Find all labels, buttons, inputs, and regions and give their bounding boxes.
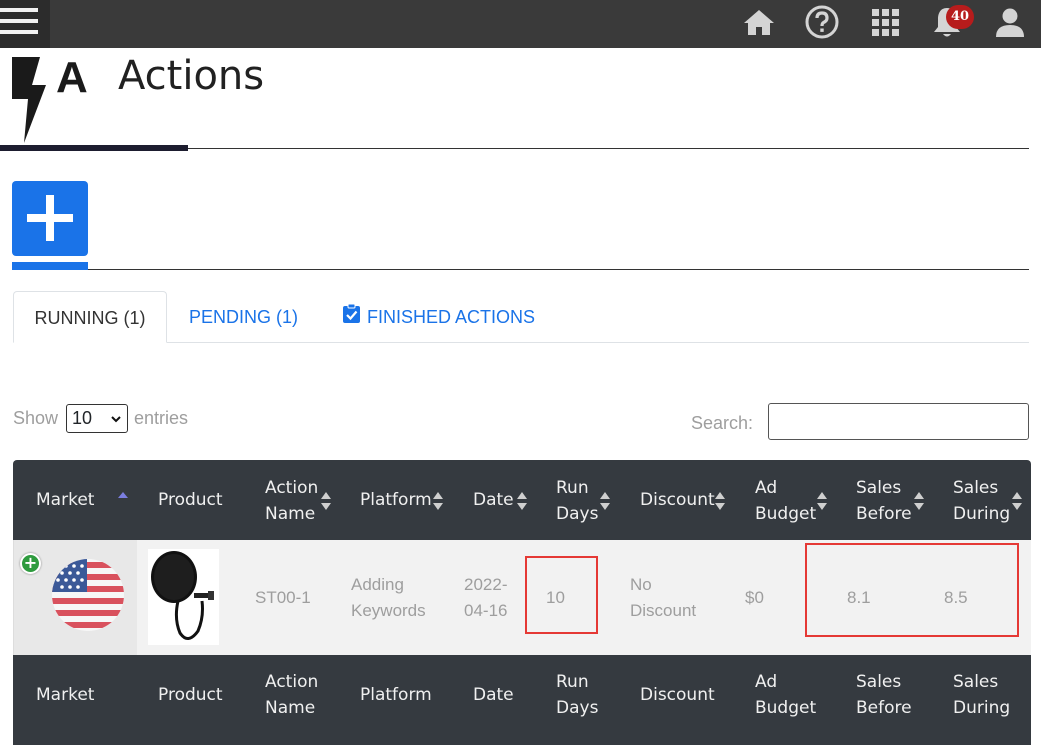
sort-icon — [433, 492, 443, 510]
sort-icon — [600, 492, 610, 510]
footer-platform: Platform — [360, 685, 432, 705]
us-flag-icon — [52, 559, 124, 631]
svg-text:A: A — [56, 55, 88, 102]
footer-action-name: Action Name — [265, 672, 319, 718]
column-header-action-name[interactable]: Action Name — [265, 475, 318, 527]
cell-ad-budget: $0 — [745, 588, 764, 607]
column-header-discount[interactable]: Discount — [640, 487, 715, 513]
footer-sales-before: Sales Before — [856, 672, 912, 718]
entries-selected-value: 10 — [72, 408, 93, 428]
user-icon[interactable] — [992, 4, 1028, 40]
search-label: Search: — [691, 413, 754, 433]
tab-finished-actions[interactable]: FINISHED ACTIONS — [342, 291, 535, 343]
page-title: Actions — [118, 53, 265, 99]
sort-icon — [517, 492, 527, 510]
footer-product: Product — [158, 685, 223, 705]
top-navigation-bar: 40 — [0, 0, 1041, 48]
tab-pending[interactable]: PENDING (1) — [189, 291, 298, 343]
product-image[interactable] — [148, 549, 219, 645]
entries-per-page-select[interactable]: 10 — [66, 404, 128, 433]
search-input[interactable] — [768, 403, 1029, 440]
cell-discount: No Discount — [630, 575, 697, 620]
header-divider — [188, 148, 1029, 149]
column-header-product[interactable]: Product — [158, 487, 223, 513]
column-header-sales-during[interactable]: Sales During — [953, 475, 1010, 527]
cell-date: 2022- 04-16 — [464, 575, 508, 620]
show-label: Show — [13, 408, 59, 428]
sort-icon — [321, 492, 331, 510]
section-divider — [88, 269, 1029, 270]
tab-running[interactable]: RUNNING (1) — [13, 291, 167, 343]
footer-run-days: Run Days — [556, 672, 599, 718]
footer-date: Date — [473, 685, 514, 705]
add-button-underline — [12, 262, 88, 270]
column-header-sales-before[interactable]: Sales Before — [856, 475, 912, 527]
entries-label: entries — [134, 408, 189, 428]
header-divider-accent — [0, 145, 188, 151]
notification-count-badge: 40 — [946, 5, 974, 29]
cell-action-name: ST00-1 — [255, 588, 311, 607]
footer-sales-during: Sales During — [953, 672, 1011, 718]
column-header-run-days[interactable]: Run Days — [556, 475, 598, 527]
sales-highlight — [805, 543, 1019, 637]
column-header-platform[interactable]: Platform — [360, 487, 432, 513]
footer-discount: Discount — [640, 685, 715, 705]
add-action-button[interactable] — [12, 181, 88, 256]
chevron-down-icon — [111, 416, 121, 423]
sort-icon — [914, 492, 924, 510]
logo: A — [10, 53, 95, 145]
footer-ad-budget: Ad Budget — [755, 672, 817, 718]
apps-grid-icon[interactable] — [867, 4, 903, 40]
clipboard-check-icon — [343, 304, 360, 323]
column-header-market[interactable]: Market — [36, 487, 94, 513]
table-footer: Market Product Action Name Platform Date … — [13, 655, 1031, 745]
sort-icon — [1012, 492, 1022, 510]
table-header: Market Product Action Name Platform Date … — [13, 460, 1031, 540]
cell-platform: Adding Keywords — [351, 575, 426, 620]
footer-market: Market — [36, 685, 95, 705]
run-days-highlight — [525, 556, 598, 634]
home-icon[interactable] — [741, 4, 777, 40]
menu-icon[interactable] — [0, 0, 50, 48]
sort-ascending-icon — [118, 492, 128, 498]
sort-icon — [715, 492, 725, 510]
column-header-ad-budget[interactable]: Ad Budget — [755, 475, 816, 527]
help-icon[interactable] — [804, 4, 840, 40]
column-header-date[interactable]: Date — [473, 487, 514, 513]
sort-icon — [817, 492, 827, 510]
tab-finished-label: FINISHED ACTIONS — [367, 307, 536, 327]
expand-row-button[interactable]: + — [20, 553, 41, 574]
